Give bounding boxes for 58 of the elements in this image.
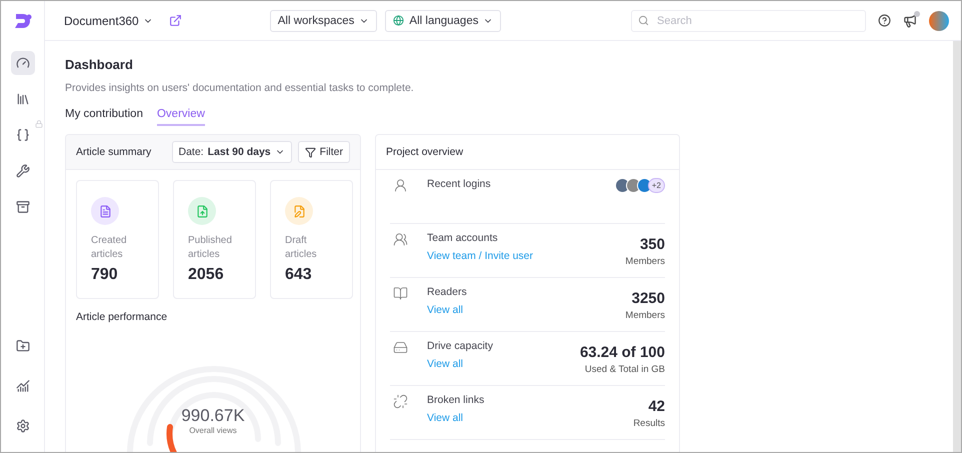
row-label: Broken links — [427, 394, 486, 406]
megaphone-icon[interactable] — [903, 14, 917, 28]
date-dropdown[interactable]: Date: Last 90 days — [172, 141, 292, 163]
tab[interactable]: My contribution — [65, 108, 143, 126]
metric-unit: Used & Total in GB — [584, 364, 665, 375]
project-dropdown[interactable]: Document360 — [64, 14, 153, 28]
tab[interactable]: Overview — [156, 108, 205, 126]
row-label: Drive capacity — [427, 340, 494, 352]
filter-icon — [304, 146, 316, 158]
avatar[interactable] — [929, 10, 949, 30]
filter-button[interactable]: Filter — [298, 141, 350, 163]
users-icon — [393, 232, 408, 247]
avatar — [614, 178, 630, 193]
metric-unit: Results — [633, 418, 665, 429]
more-count: +2 — [648, 178, 665, 193]
stat-label: Draft articles — [285, 234, 318, 262]
metric-value: 63.24 of 100 — [580, 344, 665, 361]
user-icon — [393, 178, 408, 193]
row-label: Readers — [427, 286, 468, 298]
stat-label: Created articles — [91, 234, 128, 262]
language-dropdown[interactable]: All languages — [385, 10, 502, 32]
page-title: Dashboard — [65, 57, 134, 72]
search-icon — [638, 14, 649, 26]
gauge-caption: Overall views — [189, 426, 237, 435]
logo-icon — [12, 11, 32, 31]
metric-unit: Members — [625, 256, 665, 267]
metric-value: 350 — [640, 236, 665, 253]
book-icon — [393, 286, 408, 301]
page-subtitle: Provides insights on users' documentation and essential tasks to complete. — [65, 82, 415, 94]
row-label: Team accounts — [427, 232, 499, 244]
section-title: Article performance — [75, 310, 168, 323]
workspace-dropdown[interactable]: All workspaces — [270, 10, 378, 32]
folder-plus-icon — [16, 339, 30, 353]
gauge-value: 990.67K — [181, 406, 245, 426]
chart-icon — [16, 379, 30, 393]
search-field[interactable]: Search — [631, 10, 866, 32]
stat-label: Published articles — [188, 234, 233, 262]
library-icon — [16, 92, 30, 106]
metric-value: 3250 — [632, 290, 665, 307]
card-title: Project overview — [386, 146, 464, 158]
settings-icon — [16, 419, 30, 433]
metric-value: 42 — [648, 398, 665, 415]
card-title: Article summary — [76, 146, 152, 158]
braces-icon — [16, 128, 30, 142]
stat-value: 643 — [285, 266, 313, 284]
stat-value: 790 — [91, 266, 119, 284]
globe-icon — [393, 15, 404, 26]
metric-unit: Members — [625, 310, 665, 321]
stat-value: 2056 — [188, 266, 225, 284]
wrench-icon — [16, 164, 30, 178]
archive-icon — [16, 200, 30, 214]
external-link-icon[interactable] — [168, 14, 182, 27]
help-icon[interactable] — [878, 14, 891, 27]
unlink-icon — [393, 394, 408, 409]
drive-icon — [393, 340, 408, 355]
row-label: Recent logins — [427, 178, 492, 190]
sidebar-item[interactable] — [10, 51, 34, 75]
dashboard-icon — [16, 56, 30, 70]
